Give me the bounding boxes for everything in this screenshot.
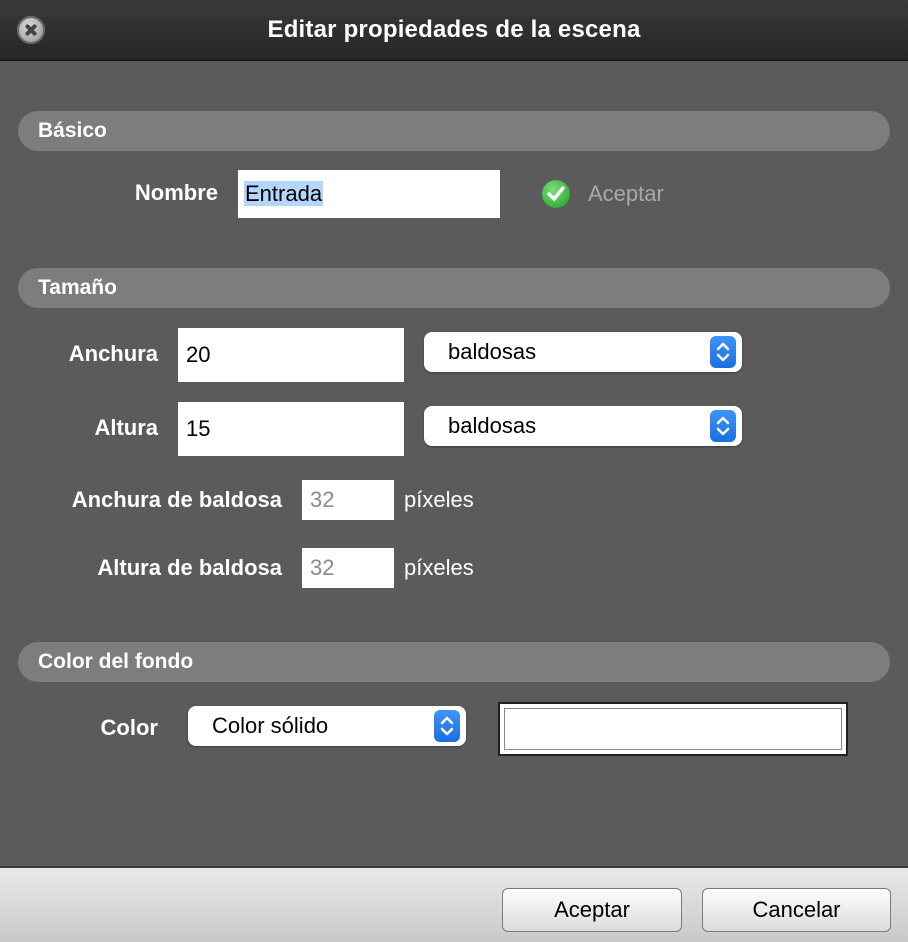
color-type-value: Color sólido <box>212 713 329 738</box>
anchura-baldosa-input[interactable]: 32 <box>302 480 394 520</box>
anchura-input-value: 20 <box>186 342 211 367</box>
altura-baldosa-unit: píxeles <box>404 555 474 580</box>
altura-baldosa-label: Altura de baldosa <box>97 555 282 580</box>
select-arrows-icon <box>434 710 460 742</box>
nombre-label: Nombre <box>134 180 218 205</box>
nombre-input[interactable]: Entrada <box>238 170 500 218</box>
anchura-unit-value: baldosas <box>448 339 537 364</box>
anchura-baldosa-label: Anchura de baldosa <box>71 487 282 512</box>
color-label: Color <box>100 715 158 740</box>
altura-unit-value: baldosas <box>448 413 537 438</box>
altura-unit-select[interactable]: baldosas <box>424 406 742 446</box>
aceptar-inline-label: Aceptar <box>588 181 664 206</box>
color-type-select[interactable]: Color sólido <box>188 706 466 746</box>
accept-button[interactable]: Aceptar <box>502 888 682 932</box>
section-header-basico: Básico <box>18 111 890 151</box>
section-header-color-fondo: Color del fondo <box>18 642 890 682</box>
altura-label: Altura <box>94 415 158 440</box>
section-header-tamano: Tamaño <box>18 268 890 308</box>
anchura-unit-select[interactable]: baldosas <box>424 332 742 372</box>
section-title-color-fondo: Color del fondo <box>38 650 194 673</box>
window-title: Editar propiedades de la escena <box>267 16 641 43</box>
color-swatch-button[interactable] <box>498 702 848 756</box>
section-title-basico: Básico <box>38 119 107 142</box>
nombre-input-value: Entrada <box>244 181 324 206</box>
anchura-baldosa-unit: píxeles <box>404 487 474 512</box>
select-arrows-icon <box>710 336 736 368</box>
altura-input-value: 15 <box>186 416 211 441</box>
check-icon <box>542 180 570 208</box>
cancel-button[interactable]: Cancelar <box>702 888 891 932</box>
altura-baldosa-input[interactable]: 32 <box>302 548 394 588</box>
select-arrows-icon <box>710 410 736 442</box>
anchura-label: Anchura <box>68 341 158 366</box>
color-swatch <box>504 708 842 750</box>
anchura-baldosa-value: 32 <box>310 487 335 512</box>
altura-baldosa-value: 32 <box>310 555 335 580</box>
section-title-tamano: Tamaño <box>38 276 117 299</box>
altura-input[interactable]: 15 <box>178 402 404 456</box>
anchura-input[interactable]: 20 <box>178 328 404 382</box>
